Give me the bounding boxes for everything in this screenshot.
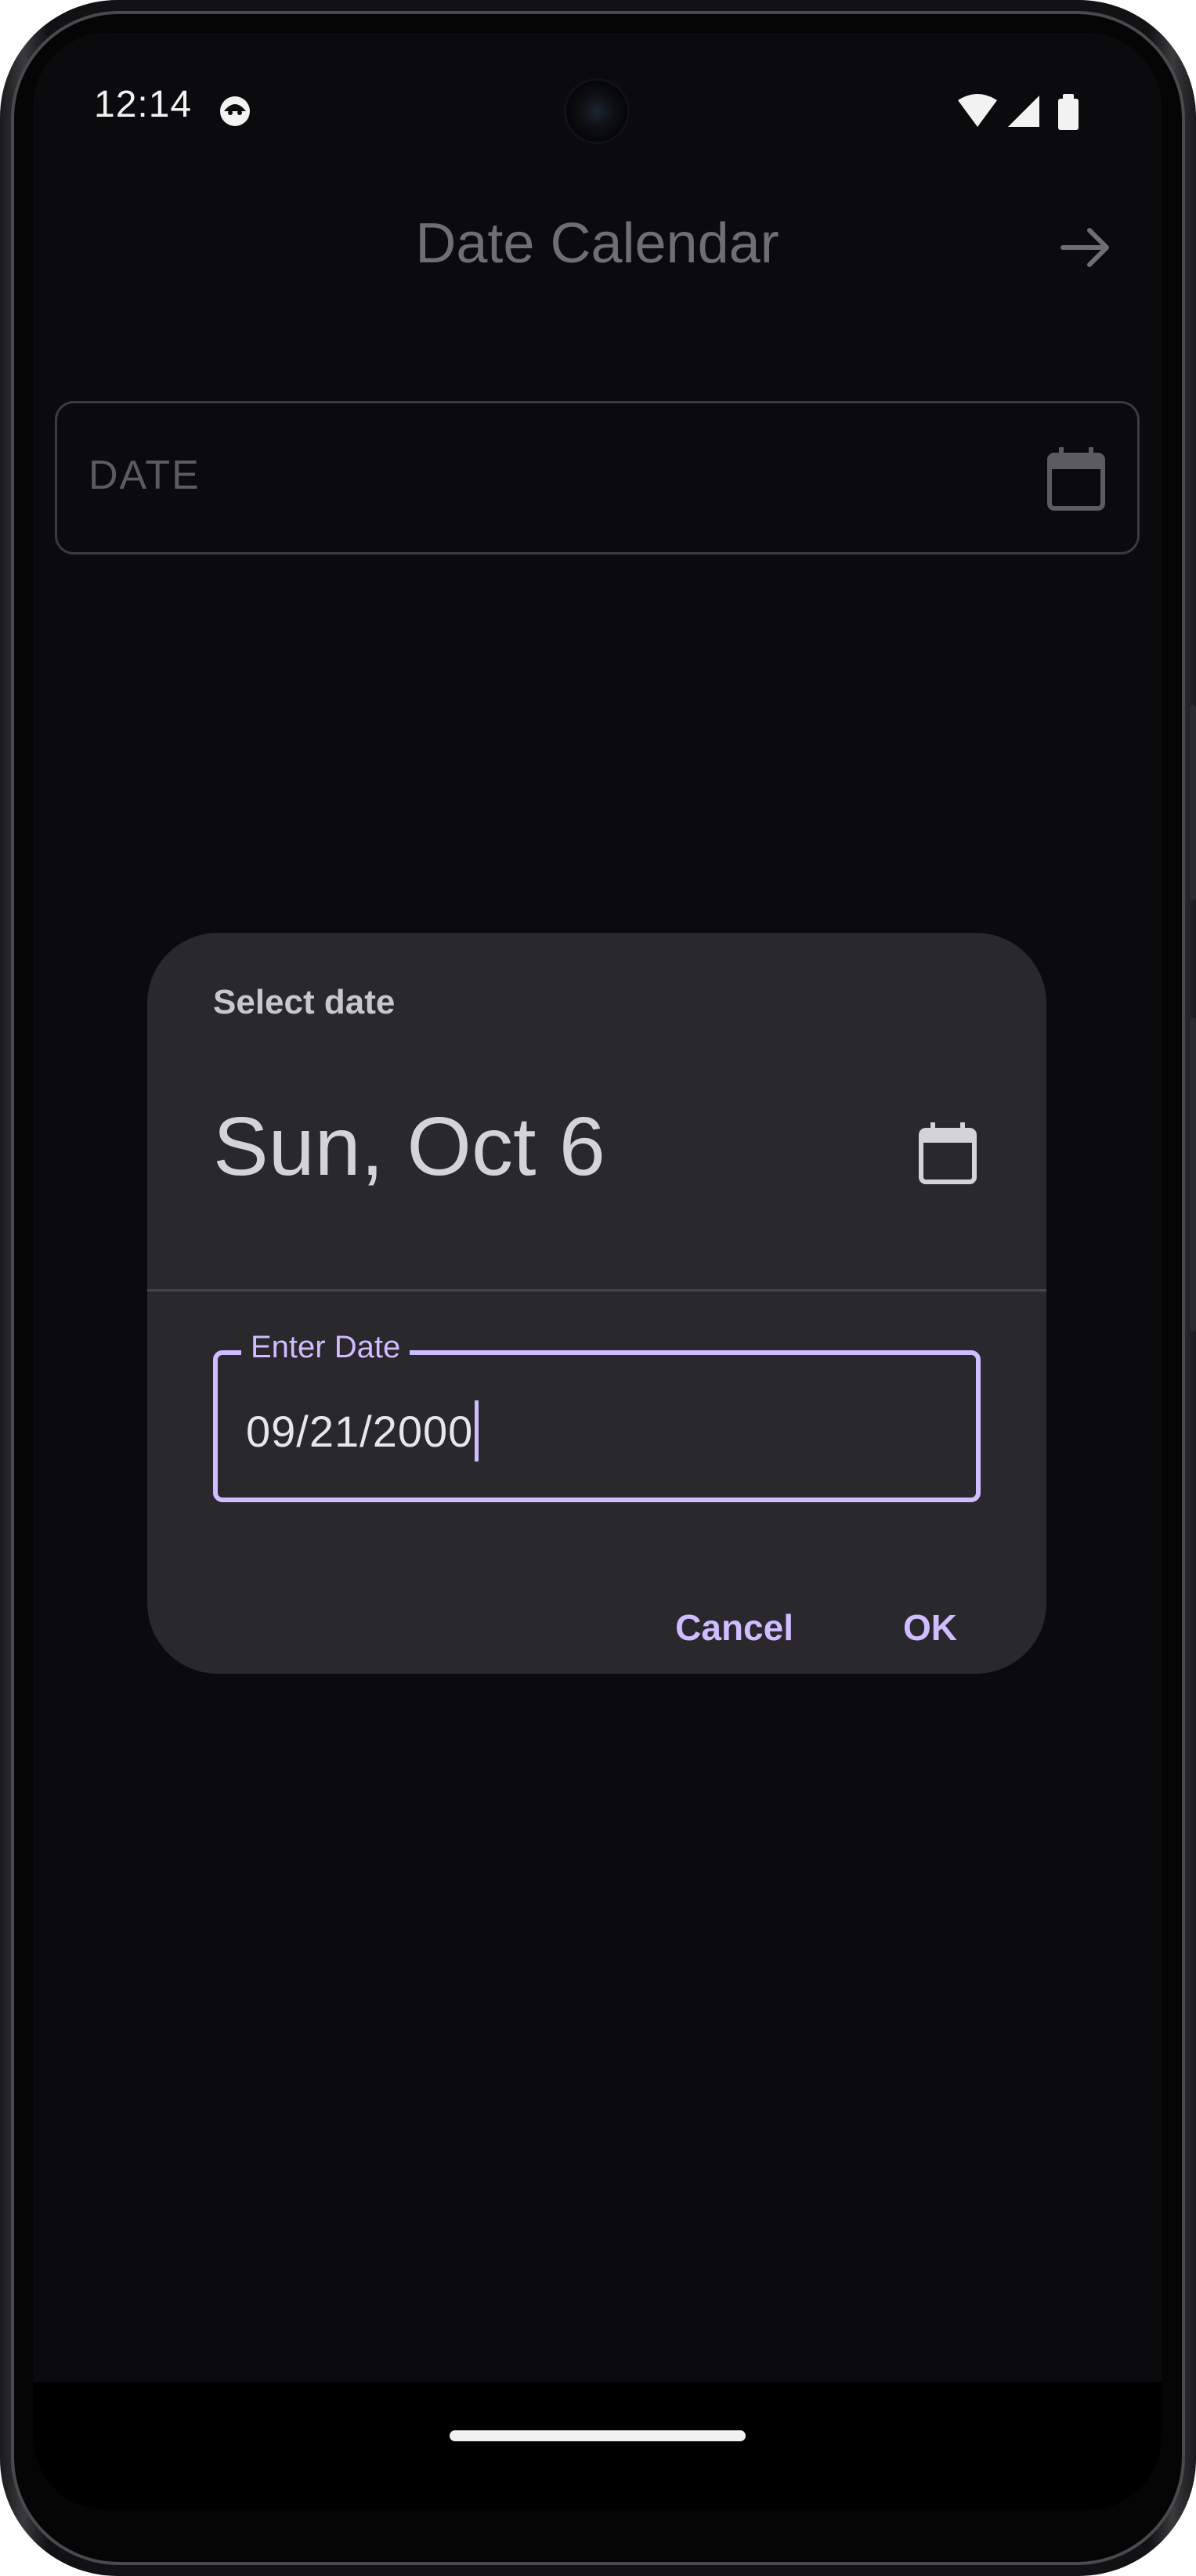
app-notification-icon: [218, 94, 252, 128]
phone-frame: 12:14 Date Calendar DATE Select date Sun…: [0, 0, 1196, 2576]
volume-button: [1190, 1018, 1196, 1331]
cellular-signal-icon: [1008, 96, 1039, 127]
forward-button[interactable]: [1055, 216, 1118, 279]
selected-date-headline: Sun, Oct 6: [213, 1100, 605, 1193]
arrow-forward-icon: [1061, 228, 1109, 267]
calendar-icon[interactable]: [1045, 444, 1107, 513]
text-cursor: [475, 1400, 479, 1461]
date-picker-dialog: Select date Sun, Oct 6 Enter Date 09/21/…: [147, 933, 1046, 1674]
date-field[interactable]: DATE: [55, 401, 1140, 555]
divider: [147, 1289, 1046, 1292]
date-field-placeholder: DATE: [89, 453, 201, 498]
navigation-bar: [33, 2382, 1162, 2510]
enter-date-value: 09/21/2000: [246, 1406, 474, 1456]
enter-date-label: Enter Date: [241, 1330, 410, 1365]
page-title: Date Calendar: [415, 212, 779, 275]
cancel-button[interactable]: Cancel: [656, 1599, 812, 1657]
battery-icon: [1058, 94, 1079, 130]
calendar-mode-toggle-button[interactable]: [916, 1121, 979, 1187]
status-bar: 12:14: [33, 33, 1162, 197]
dialog-title: Select date: [213, 983, 396, 1021]
status-time: 12:14: [94, 84, 193, 125]
status-icons: [958, 92, 1091, 132]
ok-button[interactable]: OK: [884, 1599, 976, 1657]
power-button: [1190, 705, 1196, 901]
calendar-icon: [919, 1122, 977, 1184]
wifi-icon: [958, 94, 997, 127]
front-camera: [564, 78, 630, 144]
home-gesture-handle[interactable]: [450, 2430, 746, 2441]
screen: 12:14 Date Calendar DATE Select date Sun…: [33, 33, 1162, 2510]
enter-date-value-wrapper: 09/21/2000: [246, 1400, 479, 1461]
enter-date-input[interactable]: Enter Date 09/21/2000: [213, 1330, 981, 1502]
dialog-actions: Cancel OK: [656, 1600, 976, 1655]
